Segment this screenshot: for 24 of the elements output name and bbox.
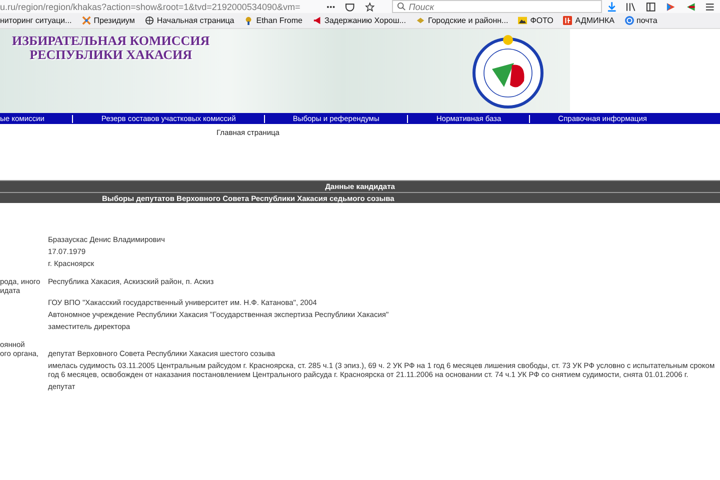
bookmark-link[interactable]: Задержанию Хорош... <box>324 16 406 25</box>
bookmark-link[interactable]: Ethan Frome <box>256 16 302 25</box>
library-icon[interactable] <box>626 2 636 12</box>
banner-title: ИЗБИРАТЕЛЬНАЯ КОМИССИЯ РЕСПУБЛИКИ ХАКАСИЯ <box>12 34 210 62</box>
bookmark-link[interactable]: ниторинг ситуаци... <box>0 16 72 25</box>
address-bar-url[interactable]: u.ru/region/region/khakas?action=show&root=1&tvd=2192000534090&vm= <box>0 2 321 12</box>
bookmark-link[interactable]: ФОТО <box>530 16 554 25</box>
diamond-icon <box>416 16 425 25</box>
bookmark-link[interactable]: АДМИНКА <box>575 16 615 25</box>
menu-icon[interactable] <box>705 2 716 12</box>
globe-icon <box>144 16 154 25</box>
bookmark-link[interactable]: почта <box>636 16 658 25</box>
picture-icon <box>518 16 528 25</box>
seal-emblem-icon <box>470 33 546 109</box>
bookmark-link[interactable]: Городские и районн... <box>428 16 508 25</box>
search-box[interactable]: Поиск <box>392 0 602 13</box>
search-icon <box>396 2 406 11</box>
download-icon[interactable] <box>606 2 616 12</box>
sidebar-icon[interactable] <box>646 2 656 12</box>
search-field[interactable]: Поиск <box>408 2 589 12</box>
megaphone-icon <box>312 16 322 25</box>
bookmark-link[interactable]: Президиум <box>94 16 135 25</box>
bookmark-link[interactable]: Начальная страница <box>156 16 234 25</box>
arrow-icon[interactable] <box>686 2 696 12</box>
